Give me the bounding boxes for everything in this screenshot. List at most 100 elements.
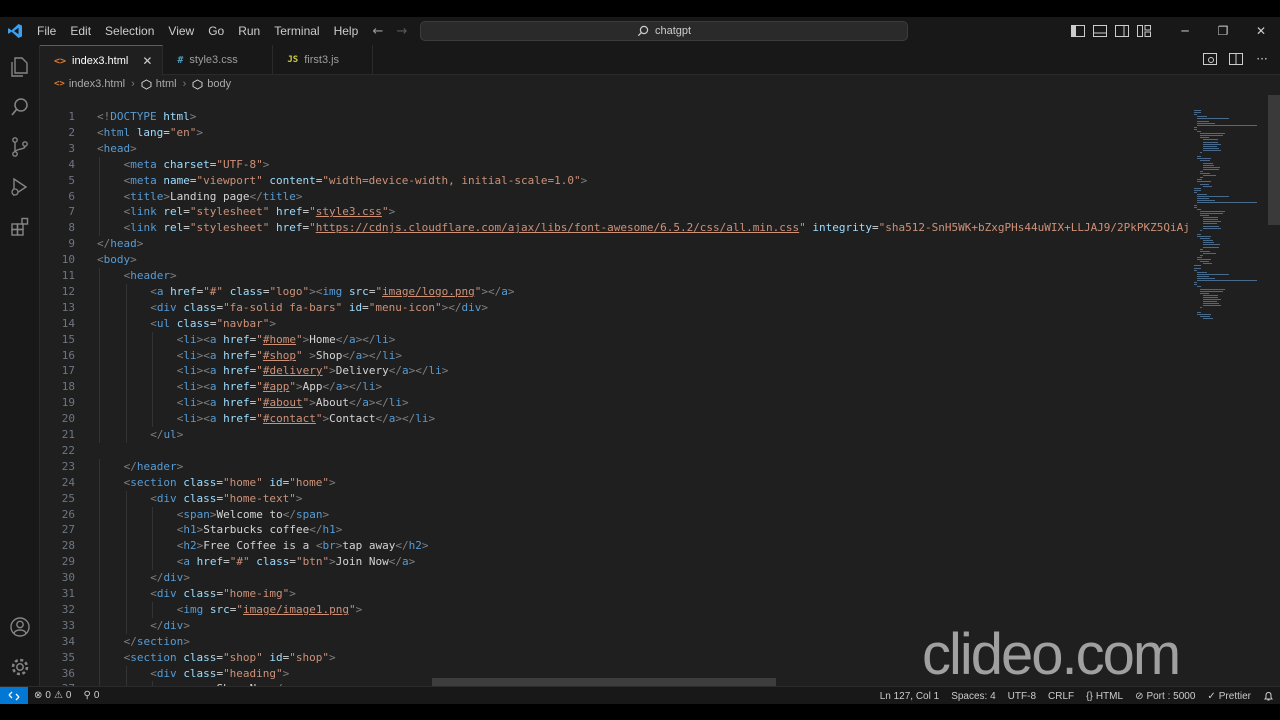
code-line[interactable]: 26 <span>Welcome to</span> <box>40 506 1188 523</box>
editor-tabs: <> index3.html ✕ # style3.css JS first3.… <box>40 45 1280 76</box>
code-line[interactable]: 13 <div class="fa-solid fa-bars" id="menu… <box>40 299 1188 316</box>
code-line[interactable]: 18 <li><a href="#app">App</a></li> <box>40 379 1188 396</box>
run-and-debug-icon[interactable] <box>8 175 32 199</box>
code-token: src <box>209 602 230 616</box>
go-forward-icon[interactable]: → <box>394 24 410 39</box>
breadcrumb-body[interactable]: body <box>207 78 231 90</box>
toggle-secondary-sidebar-icon[interactable] <box>1114 23 1130 39</box>
code-line[interactable]: 6 <title>Landing page</title> <box>40 188 1188 205</box>
code-content: </section> <box>124 634 190 650</box>
code-token: > <box>408 555 416 569</box>
cursor-position[interactable]: Ln 127, Col 1 <box>874 691 946 702</box>
tab-style3-css[interactable]: # style3.css <box>163 45 274 75</box>
js-file-icon: JS <box>287 55 299 65</box>
code-line[interactable]: 32 <img src="image/image1.png"> <box>40 601 1188 618</box>
line-number: 13 <box>61 300 75 314</box>
code-line[interactable]: 1 <!DOCTYPE html> <box>40 109 1188 125</box>
indent-guide <box>125 347 127 364</box>
breadcrumb-file[interactable]: index3.html <box>69 78 125 90</box>
code-line[interactable]: 8 <link rel="stylesheet" href="https://cd… <box>40 220 1188 237</box>
menu-run[interactable]: Run <box>231 20 267 42</box>
vertical-scrollbar[interactable] <box>1268 95 1280 225</box>
menu-view[interactable]: View <box>161 20 201 42</box>
eol-status[interactable]: CRLF <box>1042 691 1080 702</box>
restore-icon[interactable]: ❐ <box>1204 17 1242 45</box>
customize-layout-icon[interactable] <box>1136 23 1152 39</box>
code-line[interactable]: 10 <body> <box>40 252 1188 268</box>
minimap-line <box>1194 126 1198 128</box>
code-line[interactable]: 15 <li><a href="#home">Home</a></li> <box>40 331 1188 348</box>
code-line[interactable]: 27 <h1>Starbucks coffee</h1> <box>40 522 1188 539</box>
code-token: = <box>216 650 223 664</box>
breadcrumb-html[interactable]: html <box>156 78 177 90</box>
code-line[interactable]: 31 <div class="home-img"> <box>40 586 1188 602</box>
more-actions-icon[interactable]: ··· <box>1254 51 1270 67</box>
breadcrumb: <> index3.html › html › body <box>54 76 231 92</box>
prettier-status[interactable]: ✓ Prettier <box>1201 691 1257 702</box>
code-token: ></ <box>368 396 389 410</box>
code-line[interactable]: 30 </div> <box>40 570 1188 587</box>
code-line[interactable]: 25 <div class="home-text"> <box>40 490 1188 507</box>
indentation-status[interactable]: Spaces: 4 <box>945 691 1001 702</box>
code-line[interactable]: 14 <ul class="navbar"> <box>40 315 1188 332</box>
menu-edit[interactable]: Edit <box>63 20 98 42</box>
code-line[interactable]: 4 <meta charset="UTF-8"> <box>40 156 1188 173</box>
minimap-line <box>1194 204 1198 206</box>
menu-terminal[interactable]: Terminal <box>267 20 326 42</box>
code-line[interactable]: 5 <meta name="viewport" content="width=de… <box>40 172 1188 189</box>
ports-status[interactable]: ⚲ 0 <box>77 690 105 701</box>
code-line[interactable]: 2 <html lang="en"> <box>40 125 1188 141</box>
code-line[interactable]: 22 <box>40 443 1188 459</box>
menu-go[interactable]: Go <box>201 20 231 42</box>
remote-indicator-icon[interactable] <box>0 686 28 704</box>
notifications-bell-icon[interactable] <box>1257 691 1280 702</box>
code-editor[interactable]: 1 <!DOCTYPE html> 2 <html lang="en"> 3 <head>… <box>40 92 1188 686</box>
explorer-icon[interactable] <box>8 55 32 79</box>
language-mode[interactable]: {} HTML <box>1080 691 1129 702</box>
code-line[interactable]: 11 <header> <box>40 268 1188 284</box>
close-tab-icon[interactable]: ✕ <box>142 54 152 68</box>
manage-gear-icon[interactable] <box>8 655 32 679</box>
code-line[interactable]: 16 <li><a href="#shop" >Shop</a></li> <box>40 347 1188 364</box>
source-control-icon[interactable] <box>8 135 32 159</box>
code-line[interactable]: 28 <h2>Free Coffee is a <br>tap away</h2> <box>40 538 1188 555</box>
code-line[interactable]: 9 </head> <box>40 236 1188 252</box>
extensions-icon[interactable] <box>8 215 32 239</box>
code-line[interactable]: 20 <li><a href="#contact">Contact</a></li… <box>40 411 1188 428</box>
code-line[interactable]: 3 <head> <box>40 141 1188 157</box>
code-line[interactable]: 29 <a href="#" class="btn">Join Now</a> <box>40 554 1188 571</box>
code-content: </ul> <box>150 427 183 443</box>
split-editor-icon[interactable] <box>1228 51 1244 67</box>
toggle-primary-sidebar-icon[interactable] <box>1070 23 1086 39</box>
toggle-panel-icon[interactable] <box>1092 23 1108 39</box>
open-preview-icon[interactable] <box>1202 51 1218 67</box>
code-line[interactable]: 7 <link rel="stylesheet" href="style3.css… <box>40 204 1188 221</box>
code-line[interactable]: 12 <a href="#" class="logo"><img src="ima… <box>40 283 1188 300</box>
menu-help[interactable]: Help <box>327 20 366 42</box>
search-view-icon[interactable] <box>8 95 32 119</box>
tab-index3-html[interactable]: <> index3.html ✕ <box>40 45 164 76</box>
live-server-status[interactable]: ⊘ Port : 5000 <box>1129 691 1201 702</box>
minimap[interactable] <box>1188 92 1268 688</box>
minimize-icon[interactable]: ─ <box>1166 17 1204 45</box>
tab-first3-js[interactable]: JS first3.js <box>273 45 374 75</box>
horizontal-scrollbar[interactable] <box>432 678 776 686</box>
encoding-status[interactable]: UTF-8 <box>1002 691 1042 702</box>
code-token: > <box>329 555 336 569</box>
go-back-icon[interactable]: ← <box>370 24 386 39</box>
code-content: <li><a href="#app">App</a></li> <box>177 379 382 395</box>
problems-status[interactable]: ⊗ 0 ⚠ 0 <box>28 690 77 701</box>
accounts-icon[interactable] <box>8 615 32 639</box>
menu-selection[interactable]: Selection <box>98 20 161 42</box>
menu-file[interactable]: File <box>30 20 63 42</box>
code-token: header <box>136 459 177 473</box>
command-center-search[interactable]: chatgpt <box>420 21 908 41</box>
close-window-icon[interactable]: ✕ <box>1242 17 1280 45</box>
code-token: >< <box>196 412 210 426</box>
code-line[interactable]: 19 <li><a href="#about">About</a></li> <box>40 395 1188 412</box>
code-line[interactable]: 21 </ul> <box>40 427 1188 443</box>
code-line[interactable]: 17 <li><a href="#delivery">Delivery</a></… <box>40 363 1188 380</box>
indent-guide <box>99 156 100 173</box>
code-line[interactable]: 23 </header> <box>40 458 1188 475</box>
code-line[interactable]: 24 <section class="home" id="home"> <box>40 474 1188 491</box>
